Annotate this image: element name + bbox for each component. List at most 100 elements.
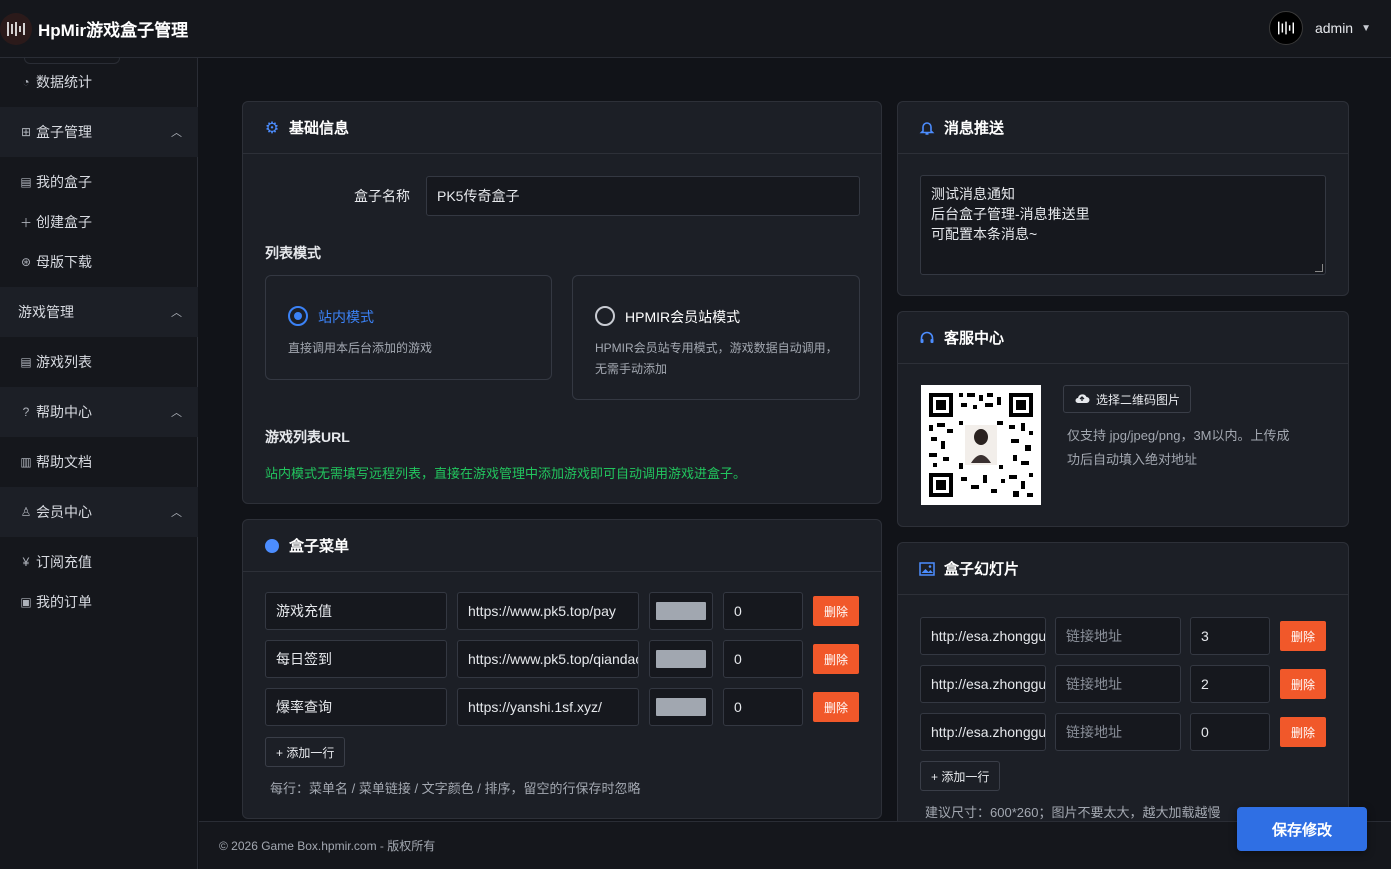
chevron-down-icon[interactable]: ▼ — [1361, 23, 1371, 34]
menu-color-picker[interactable] — [649, 640, 713, 678]
basic-info-card: ⚙ 基础信息 盒子名称 PK5传奇盒子 列表模式 站内模式 直接调用本后台添加的… — [242, 101, 882, 504]
box-name-label: 盒子名称 — [354, 188, 410, 204]
delete-button[interactable]: 删除 — [1280, 669, 1326, 699]
message-textarea[interactable]: 测试消息通知 后台盒子管理-消息推送里 可配置本条消息~ — [920, 175, 1326, 275]
app-logo — [0, 12, 32, 45]
add-slide-row-button[interactable]: + 添加一行 — [920, 761, 1001, 791]
menu-name-input[interactable]: 每日签到 — [265, 640, 447, 678]
delete-button[interactable]: 删除 — [813, 692, 859, 722]
delete-button[interactable]: 删除 — [1280, 717, 1326, 747]
chevron-up-icon: ︿ — [171, 127, 182, 139]
slide-order-input[interactable]: 2 — [1190, 665, 1270, 703]
resize-handle[interactable] — [1315, 264, 1323, 272]
sidebar: ◔ 数据统计 ⊞ 盒子管理 ︿ ▤ 我的盒子 ＋创建盒子 ⊛ 母版下载 游戏管理 ︿ ▤ 游戏… — [0, 58, 198, 869]
slide-order-input[interactable]: 3 — [1190, 617, 1270, 655]
document-icon: ▤ — [20, 355, 32, 369]
menu-link-input[interactable]: https://www.pk5.top/qiandao — [457, 640, 639, 678]
menu-order-input[interactable]: 0 — [723, 688, 803, 726]
menu-link-input[interactable]: https://yanshi.1sf.xyz/ — [457, 688, 639, 726]
yen-icon: ¥ — [22, 555, 30, 569]
menu-color-picker[interactable] — [649, 688, 713, 726]
mode-member-desc-2: 无需手动添加 — [595, 362, 668, 376]
chevron-up-icon: ︿ — [171, 307, 182, 319]
slide-image-input[interactable]: http://esa.zhonggu — [920, 617, 1046, 655]
image-icon — [918, 560, 936, 578]
menu-name-input[interactable]: 游戏充值 — [265, 592, 447, 630]
mode-member-desc-1: HPMIR会员站专用模式，游戏数据自动调用， — [595, 341, 838, 355]
sidebar-item-help-docs[interactable]: ▥ 帮助文档 — [0, 442, 198, 482]
message-push-card: 消息推送 测试消息通知 后台盒子管理-消息推送里 可配置本条消息~ — [897, 101, 1349, 296]
avatar[interactable] — [1268, 11, 1303, 45]
mode-member-title: HPMIR会员站模式 — [625, 309, 741, 325]
cloud-upload-icon — [1074, 392, 1090, 407]
sidebar-item-orders[interactable]: ▣ 我的订单 — [0, 582, 198, 622]
add-row-button[interactable]: + 添加一行 — [265, 737, 346, 767]
username[interactable]: admin — [1315, 20, 1353, 36]
customer-service-card: 客服中心 选择二维码图片 仅支持 jpg/jpeg/png，3M以内。上传成 功… — [897, 311, 1349, 527]
slide-link-input[interactable]: 链接地址 — [1055, 617, 1181, 655]
menu-name-input[interactable]: 爆率查询 — [265, 688, 447, 726]
footer: © 2026 Game Box.hpmir.com - 版权所有 — [199, 821, 1391, 869]
game-list-url-label: 游戏列表URL — [265, 429, 350, 445]
sidebar-item-my-box[interactable]: ▤ 我的盒子 — [0, 162, 198, 202]
menu-hint: 每行：菜单名 / 菜单链接 / 文字颜色 / 排序，留空的行保存时忽略 — [270, 781, 641, 796]
delete-button[interactable]: 删除 — [1280, 621, 1326, 651]
menu-link-input[interactable]: https://www.pk5.top/pay — [457, 592, 639, 630]
upload-hint-line2: 功后自动填入绝对地址 — [1067, 452, 1198, 467]
slides-hint: 建议尺寸：600*260；图片不要太大，越大加载越慢 — [925, 805, 1221, 820]
card-header: 盒子菜单 — [243, 520, 881, 572]
sidebar-group-box[interactable]: ⊞ 盒子管理 ︿ — [0, 107, 198, 157]
card-header: 盒子幻灯片 — [898, 543, 1348, 595]
app-title: HpMir游戏盒子管理 — [38, 21, 189, 40]
menu-color-picker[interactable] — [649, 592, 713, 630]
mode-site-desc: 直接调用本后台添加的游戏 — [288, 341, 433, 355]
mode-member-option[interactable]: HPMIR会员站模式 HPMIR会员站专用模式，游戏数据自动调用， 无需手动添加 — [572, 275, 860, 400]
user-menu[interactable]: admin ▼ — [1268, 11, 1371, 45]
card-header: ⚙ 基础信息 — [243, 102, 881, 154]
plus-icon: ＋ — [19, 215, 32, 230]
sidebar-item-stats[interactable]: ◔ 数据统计 — [0, 62, 198, 102]
box-name-input[interactable]: PK5传奇盒子 — [426, 176, 860, 216]
slide-link-input[interactable]: 链接地址 — [1055, 665, 1181, 703]
sidebar-item-subscribe[interactable]: ¥ 订阅充值 — [0, 542, 198, 582]
top-bar: HpMir游戏盒子管理 admin ▼ — [0, 0, 1391, 58]
radio-site[interactable] — [288, 306, 308, 326]
apps-icon: ⊞ — [20, 125, 32, 139]
sidebar-item-game-list[interactable]: ▤ 游戏列表 — [0, 342, 198, 382]
slide-image-input[interactable]: http://esa.zhonggu — [920, 665, 1046, 703]
gear-icon: ⚙ — [264, 119, 280, 137]
copyright-text: © 2026 Game Box.hpmir.com - 版权所有 — [219, 839, 436, 853]
order-icon: ▣ — [20, 595, 32, 609]
sidebar-group-member[interactable]: ♙ 会员中心 ︿ — [0, 487, 198, 537]
question-icon: ? — [22, 405, 30, 419]
sidebar-item-download[interactable]: ⊛ 母版下载 — [0, 242, 198, 282]
card-header: 消息推送 — [898, 102, 1348, 154]
slide-image-input[interactable]: http://esa.zhonggu — [920, 713, 1046, 751]
radio-member[interactable] — [595, 306, 615, 326]
sidebar-group-help[interactable]: ? 帮助中心 ︿ — [0, 387, 198, 437]
dashboard-icon: ◔ — [22, 75, 30, 89]
upload-qr-button[interactable]: 选择二维码图片 — [1063, 385, 1192, 413]
headset-icon — [918, 329, 936, 347]
qr-code-image — [921, 385, 1041, 505]
save-button[interactable]: 保存修改 — [1237, 807, 1367, 851]
dot-icon — [263, 537, 281, 555]
slide-order-input[interactable]: 0 — [1190, 713, 1270, 751]
user-icon: ♙ — [20, 505, 32, 519]
document-icon: ▤ — [20, 175, 32, 189]
menu-order-input[interactable]: 0 — [723, 640, 803, 678]
delete-button[interactable]: 删除 — [813, 644, 859, 674]
sidebar-group-games[interactable]: 游戏管理 ︿ — [0, 287, 198, 337]
mode-site-option[interactable]: 站内模式 直接调用本后台添加的游戏 — [265, 275, 552, 380]
chevron-up-icon: ︿ — [171, 507, 182, 519]
chevron-up-icon: ︿ — [171, 407, 182, 419]
download-icon: ⊛ — [20, 255, 32, 269]
slide-link-input[interactable]: 链接地址 — [1055, 713, 1181, 751]
delete-button[interactable]: 删除 — [813, 596, 859, 626]
sidebar-item-create-box[interactable]: ＋创建盒子 — [0, 202, 198, 242]
menu-order-input[interactable]: 0 — [723, 592, 803, 630]
bell-icon — [918, 119, 936, 137]
book-icon: ▥ — [20, 455, 32, 469]
mode-site-title: 站内模式 — [318, 309, 374, 325]
box-menu-card: 盒子菜单 游戏充值 https://www.pk5.top/pay 0 删除 每… — [242, 519, 882, 819]
